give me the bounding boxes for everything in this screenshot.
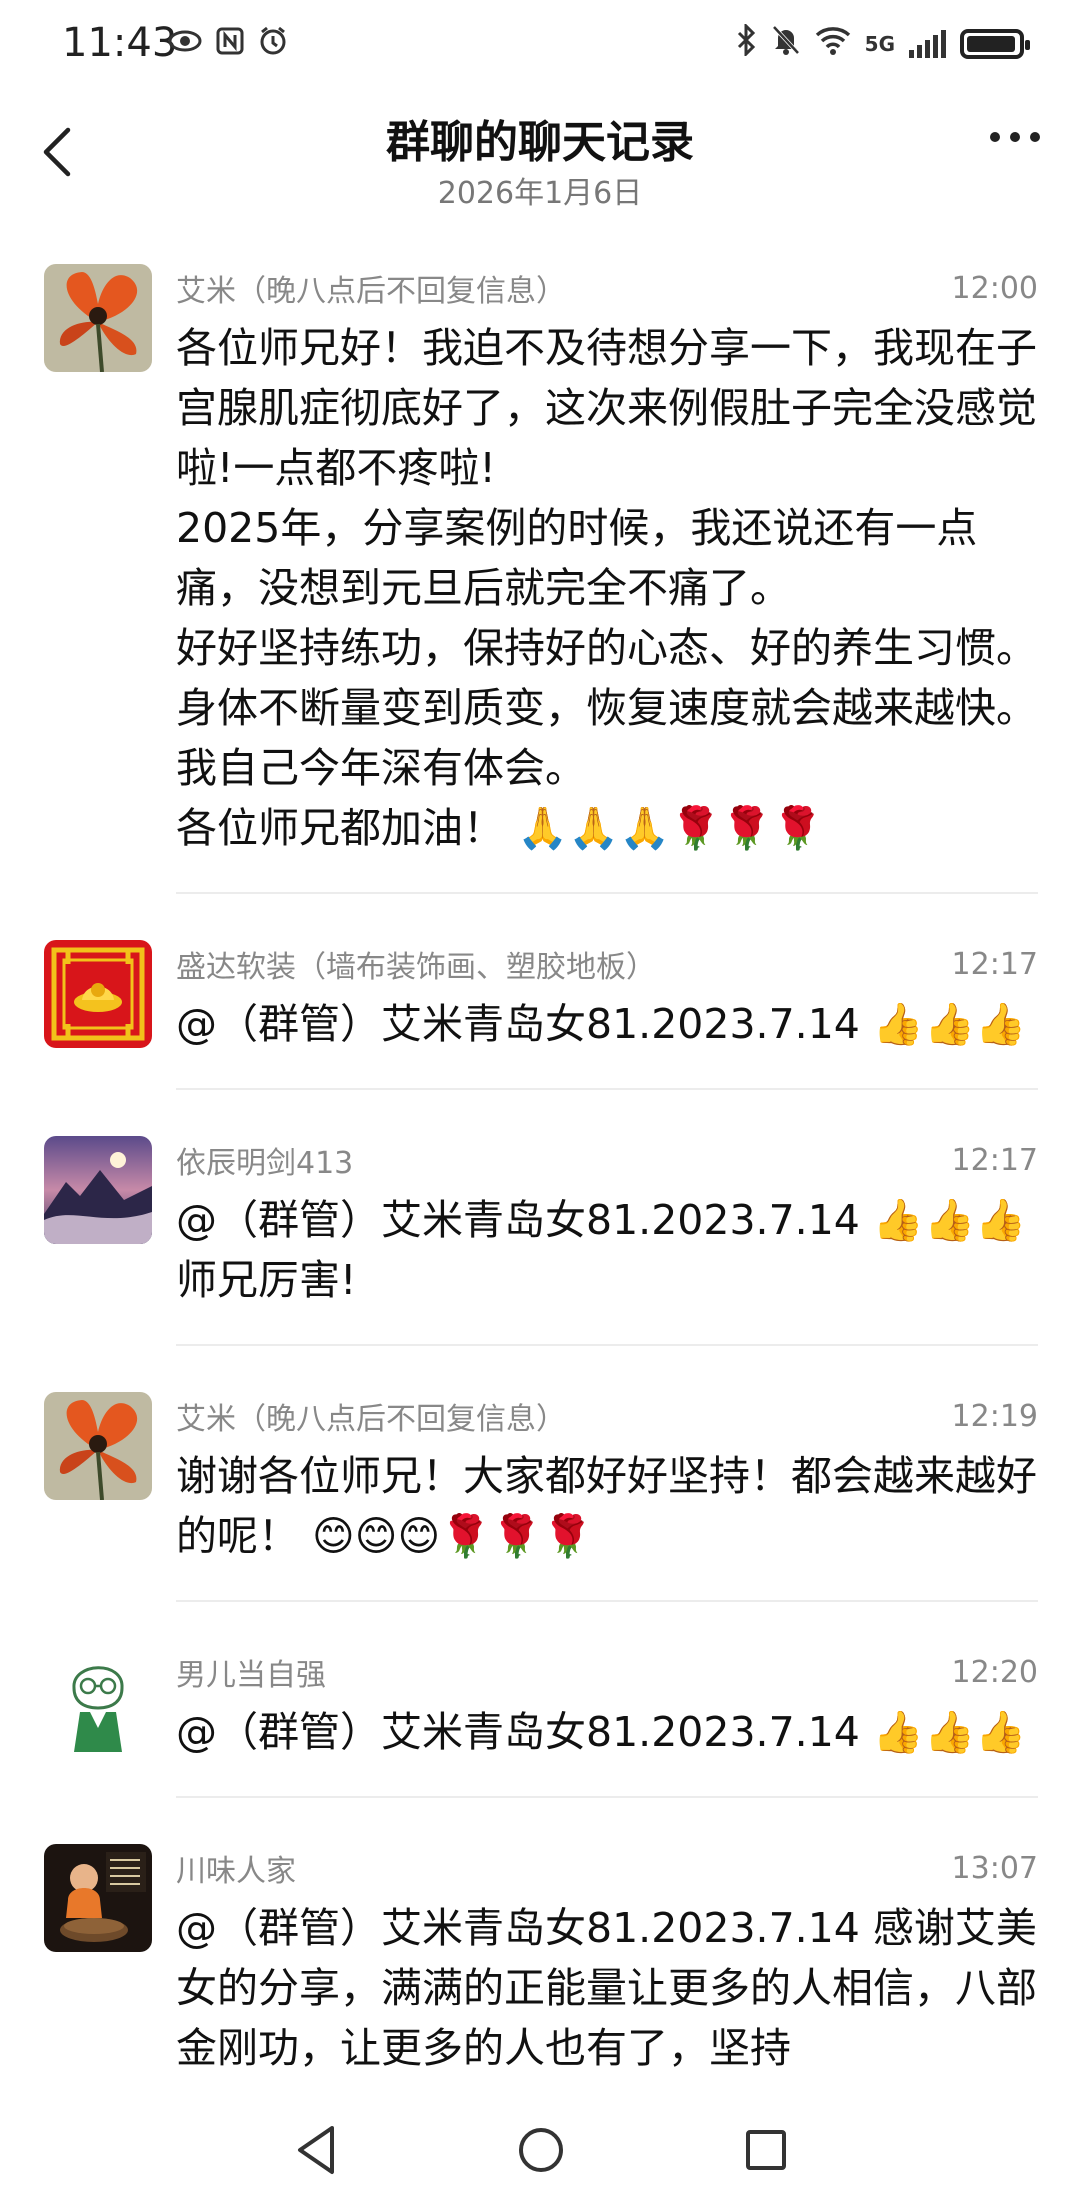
message-time: 12:00	[951, 270, 1038, 306]
sender-name: 艾米（晚八点后不回复信息）	[176, 274, 566, 309]
nfc-icon	[216, 26, 244, 64]
message-text: @（群管）艾米青岛女81.2023.7.14 👍👍👍	[176, 1708, 1027, 1756]
page-title: 群聊的聊天记录	[386, 117, 694, 168]
message-time: 12:17	[951, 1142, 1038, 1178]
status-time: 11:43	[62, 20, 178, 66]
message-text: 各位师兄好！我迫不及待想分享一下，我现在子宫腺肌症彻底好了，这次来例假肚子完全没…	[176, 324, 1037, 852]
nav-home-button[interactable]	[511, 2120, 571, 2180]
avatar[interactable]	[44, 264, 152, 372]
system-navigation-bar	[0, 2092, 1080, 2204]
message-time: 12:20	[951, 1654, 1038, 1690]
square-recents-icon	[746, 2130, 786, 2170]
network-type: 5G	[864, 32, 895, 56]
message-time: 12:19	[951, 1398, 1038, 1434]
status-left-icons	[168, 26, 288, 64]
message-item: 川味人家 13:07 @（群管）艾米青岛女81.2023.7.14 感谢艾美女的…	[0, 1842, 1080, 2092]
alarm-icon	[258, 26, 288, 64]
avatar[interactable]	[44, 1844, 152, 1952]
nav-recents-button[interactable]	[736, 2120, 796, 2180]
message-meta: 依辰明剑413 12:17	[176, 1134, 1038, 1186]
message-item: 男儿当自强 12:20 @（群管）艾米青岛女81.2023.7.14 👍👍👍	[0, 1646, 1080, 1796]
message-meta: 川味人家 13:07	[176, 1842, 1038, 1894]
sender-name: 依辰明剑413	[176, 1146, 354, 1181]
message-divider	[176, 892, 1038, 894]
battery-icon	[960, 29, 1030, 59]
message-item: 盛达软装（墙布装饰画、塑胶地板） 12:17 @（群管）艾米青岛女81.2023…	[0, 938, 1080, 1088]
avatar[interactable]	[44, 1648, 152, 1756]
page-date: 2026年1月6日	[437, 176, 643, 211]
more-dot-icon	[1030, 132, 1040, 142]
message-divider	[176, 1344, 1038, 1346]
status-bar: 11:43 5G	[0, 0, 1080, 92]
avatar[interactable]	[44, 1136, 152, 1244]
sender-name: 男儿当自强	[176, 1658, 326, 1693]
triangle-back-icon	[298, 2126, 334, 2174]
message-time: 13:07	[951, 1850, 1038, 1886]
message-divider	[176, 1796, 1038, 1798]
message-time: 12:17	[951, 946, 1038, 982]
wifi-icon	[815, 25, 851, 63]
bluetooth-icon	[735, 22, 757, 64]
more-dot-icon	[990, 132, 1000, 142]
message-meta: 男儿当自强 12:20	[176, 1646, 1038, 1698]
circle-home-icon	[519, 2128, 563, 2172]
chat-history-header: 群聊的聊天记录 2026年1月6日	[0, 92, 1080, 222]
message-item: 艾米（晚八点后不回复信息） 12:00 各位师兄好！我迫不及待想分享一下，我现在…	[0, 262, 1080, 892]
message-meta: 艾米（晚八点后不回复信息） 12:00	[176, 262, 1038, 314]
sender-name: 艾米（晚八点后不回复信息）	[176, 1402, 566, 1437]
avatar[interactable]	[44, 1392, 152, 1500]
eye-icon	[168, 26, 202, 64]
avatar[interactable]	[44, 940, 152, 1048]
more-options-button[interactable]	[990, 132, 1040, 142]
message-text: @（群管）艾米青岛女81.2023.7.14 👍👍👍师兄厉害!	[176, 1196, 1027, 1304]
more-dot-icon	[1010, 132, 1020, 142]
nav-back-button[interactable]	[286, 2120, 346, 2180]
sender-name: 川味人家	[176, 1854, 296, 1889]
message-text: @（群管）艾米青岛女81.2023.7.14 感谢艾美女的分享，满满的正能量让更…	[176, 1904, 1037, 2072]
mute-bell-icon	[771, 24, 801, 64]
message-item: 依辰明剑413 12:17 @（群管）艾米青岛女81.2023.7.14 👍👍👍…	[0, 1134, 1080, 1344]
message-meta: 盛达软装（墙布装饰画、塑胶地板） 12:17	[176, 938, 1038, 990]
status-right-icons: 5G	[735, 22, 1030, 64]
message-text: @（群管）艾米青岛女81.2023.7.14 👍👍👍	[176, 1000, 1027, 1048]
message-meta: 艾米（晚八点后不回复信息） 12:19	[176, 1390, 1038, 1442]
message-list[interactable]: 艾米（晚八点后不回复信息） 12:00 各位师兄好！我迫不及待想分享一下，我现在…	[0, 262, 1080, 2092]
signal-icon	[909, 30, 946, 58]
message-text: 谢谢各位师兄！大家都好好坚持！都会越来越好的呢！ 😊😊😊🌹🌹🌹	[176, 1452, 1037, 1560]
message-divider	[176, 1088, 1038, 1090]
message-item: 艾米（晚八点后不回复信息） 12:19 谢谢各位师兄！大家都好好坚持！都会越来越…	[0, 1390, 1080, 1600]
message-divider	[176, 1600, 1038, 1602]
sender-name: 盛达软装（墙布装饰画、塑胶地板）	[176, 950, 656, 985]
